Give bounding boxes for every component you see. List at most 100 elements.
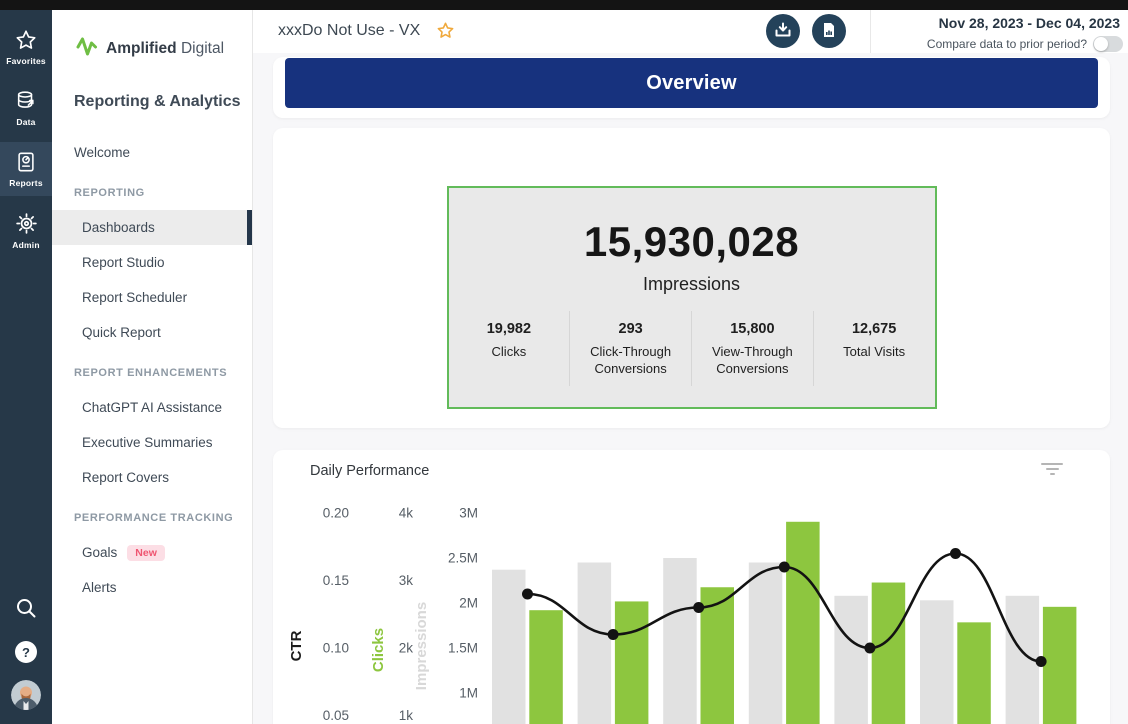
daily-performance-chart: 0.200.150.100.054k3k2k1k3M2.5M2M1.5M1MCT… <box>273 450 1110 724</box>
axis-tick-clicks: 2k <box>399 641 414 656</box>
topbar-divider <box>870 10 871 53</box>
dot-ctr[interactable] <box>950 548 961 559</box>
axis-title-ctr: CTR <box>288 630 305 661</box>
user-avatar[interactable] <box>11 680 41 710</box>
bar-clicks[interactable] <box>615 601 649 724</box>
axis-tick-ctr: 0.15 <box>323 573 349 588</box>
sidebar-item-quick-report[interactable]: Quick Report <box>52 315 252 350</box>
export-download-button[interactable] <box>766 14 800 48</box>
stat-label: Clicks <box>455 344 564 361</box>
sidebar-item-label: Quick Report <box>82 325 161 340</box>
app-root: Favorites Data Reports Admin ? <box>0 0 1128 724</box>
sidebar-item-dashboards[interactable]: Dashboards <box>52 210 252 245</box>
axis-tick-impressions: 3M <box>459 506 478 521</box>
stat-value: 15,800 <box>698 321 807 337</box>
dot-ctr[interactable] <box>864 643 875 654</box>
bar-impressions[interactable] <box>749 563 783 724</box>
rail-items: Favorites Data Reports Admin <box>0 10 52 265</box>
rail-item-data[interactable]: Data <box>0 81 52 135</box>
axis-title-impressions: Impressions <box>413 602 430 690</box>
summary-card: 15,930,028 Impressions 19,982Clicks293Cl… <box>273 128 1110 428</box>
sidebar-title: Reporting & Analytics <box>52 63 252 111</box>
sidebar-item-report-covers[interactable]: Report Covers <box>52 460 252 495</box>
overview-banner: Overview <box>285 58 1098 108</box>
sidebar-item-chatgpt-ai-assistance[interactable]: ChatGPT AI Assistance <box>52 390 252 425</box>
stat-label: Total Visits <box>820 344 929 361</box>
brand-bold: Amplified <box>106 40 177 57</box>
brand-name: Amplified Digital <box>106 40 224 58</box>
sidebar-nav: Welcome REPORTING Dashboards Report Studio R… <box>52 135 252 605</box>
search-icon[interactable] <box>15 597 37 624</box>
rail-item-favorites[interactable]: Favorites <box>0 20 52 74</box>
bar-impressions[interactable] <box>834 596 868 724</box>
window-top-strip <box>0 0 1128 10</box>
dot-ctr[interactable] <box>608 629 619 640</box>
sidebar-item-label: Report Covers <box>82 470 169 485</box>
summary-stat-total-visits: 12,675 Total Visits <box>813 311 935 386</box>
sidebar-item-report-scheduler[interactable]: Report Scheduler <box>52 280 252 315</box>
stat-value: 19,982 <box>455 321 564 337</box>
bar-clicks[interactable] <box>786 522 820 724</box>
dot-ctr[interactable] <box>1036 656 1047 667</box>
bar-impressions[interactable] <box>920 600 954 724</box>
sidebar-item-label: Executive Summaries <box>82 435 213 450</box>
stat-label: Click-Through Conversions <box>576 344 685 378</box>
bar-clicks[interactable] <box>872 583 906 724</box>
sidebar-item-goals[interactable]: GoalsNew <box>52 535 252 570</box>
stat-label: View-Through Conversions <box>698 344 807 378</box>
stat-value: 293 <box>576 321 685 337</box>
bar-impressions[interactable] <box>578 563 612 724</box>
sidebar-item-executive-summaries[interactable]: Executive Summaries <box>52 425 252 460</box>
sidebar-item-label: Report Scheduler <box>82 290 187 305</box>
brand-regular: Digital <box>181 40 224 57</box>
rail-bottom: ? <box>0 597 52 710</box>
rail-item-label: Data <box>16 117 35 127</box>
nav-section-report-enhancements: REPORT ENHANCEMENTS <box>52 355 252 390</box>
sidebar-item-label: Report Studio <box>82 255 165 270</box>
sidebar-item-welcome[interactable]: Welcome <box>52 135 252 170</box>
dot-ctr[interactable] <box>522 589 533 600</box>
sidebar-item-label: Alerts <box>82 580 117 595</box>
compare-toggle[interactable] <box>1093 36 1123 52</box>
brand-logo[interactable]: Amplified Digital <box>52 10 252 63</box>
compare-control: Compare data to prior period? <box>927 36 1123 52</box>
daily-performance-card: Daily Performance 0.200.150.100.054k3k2k… <box>273 450 1110 724</box>
bar-impressions[interactable] <box>663 558 697 724</box>
bar-impressions[interactable] <box>492 570 526 724</box>
axis-tick-ctr: 0.05 <box>323 708 349 723</box>
summary-stat-box[interactable]: 15,930,028 Impressions 19,982Clicks293Cl… <box>447 186 937 409</box>
summary-stat-view-through-conversions: 15,800 View-Through Conversions <box>691 311 813 386</box>
axis-title-clicks: Clicks <box>370 628 387 672</box>
icon-rail: Favorites Data Reports Admin ? <box>0 10 52 724</box>
help-button[interactable]: ? <box>15 641 37 663</box>
bar-clicks[interactable] <box>1043 607 1077 724</box>
sidebar-item-label: Dashboards <box>82 220 155 235</box>
rail-item-reports[interactable]: Reports <box>0 142 52 196</box>
star-icon <box>15 29 37 51</box>
date-range[interactable]: Nov 28, 2023 - Dec 04, 2023 <box>939 15 1120 31</box>
topbar: xxxDo Not Use - VX <box>253 10 1128 53</box>
sidebar-item-alerts[interactable]: Alerts <box>52 570 252 605</box>
sidebar: Amplified Digital Reporting & Analytics … <box>52 10 253 724</box>
dot-ctr[interactable] <box>779 562 790 573</box>
star-outline-icon[interactable] <box>436 21 455 45</box>
compare-label: Compare data to prior period? <box>927 37 1087 51</box>
report-document-button[interactable] <box>812 14 846 48</box>
axis-tick-impressions: 1.5M <box>448 641 478 656</box>
nav-section-reporting: REPORTING <box>52 175 252 210</box>
overview-header-card: Overview <box>273 57 1110 118</box>
summary-stat-clicks: 19,982 Clicks <box>449 311 570 386</box>
axis-tick-clicks: 3k <box>399 573 414 588</box>
axis-tick-impressions: 2M <box>459 596 478 611</box>
sidebar-item-report-studio[interactable]: Report Studio <box>52 245 252 280</box>
rail-item-admin[interactable]: Admin <box>0 203 52 258</box>
stat-value: 12,675 <box>820 321 929 337</box>
nav-section-performance-tracking: PERFORMANCE TRACKING <box>52 500 252 535</box>
bar-clicks[interactable] <box>957 622 991 724</box>
bar-clicks[interactable] <box>529 610 563 724</box>
overview-title: Overview <box>646 72 737 95</box>
axis-tick-ctr: 0.10 <box>323 641 349 656</box>
gear-icon <box>15 212 38 235</box>
topbar-actions <box>766 14 846 48</box>
dot-ctr[interactable] <box>693 602 704 613</box>
